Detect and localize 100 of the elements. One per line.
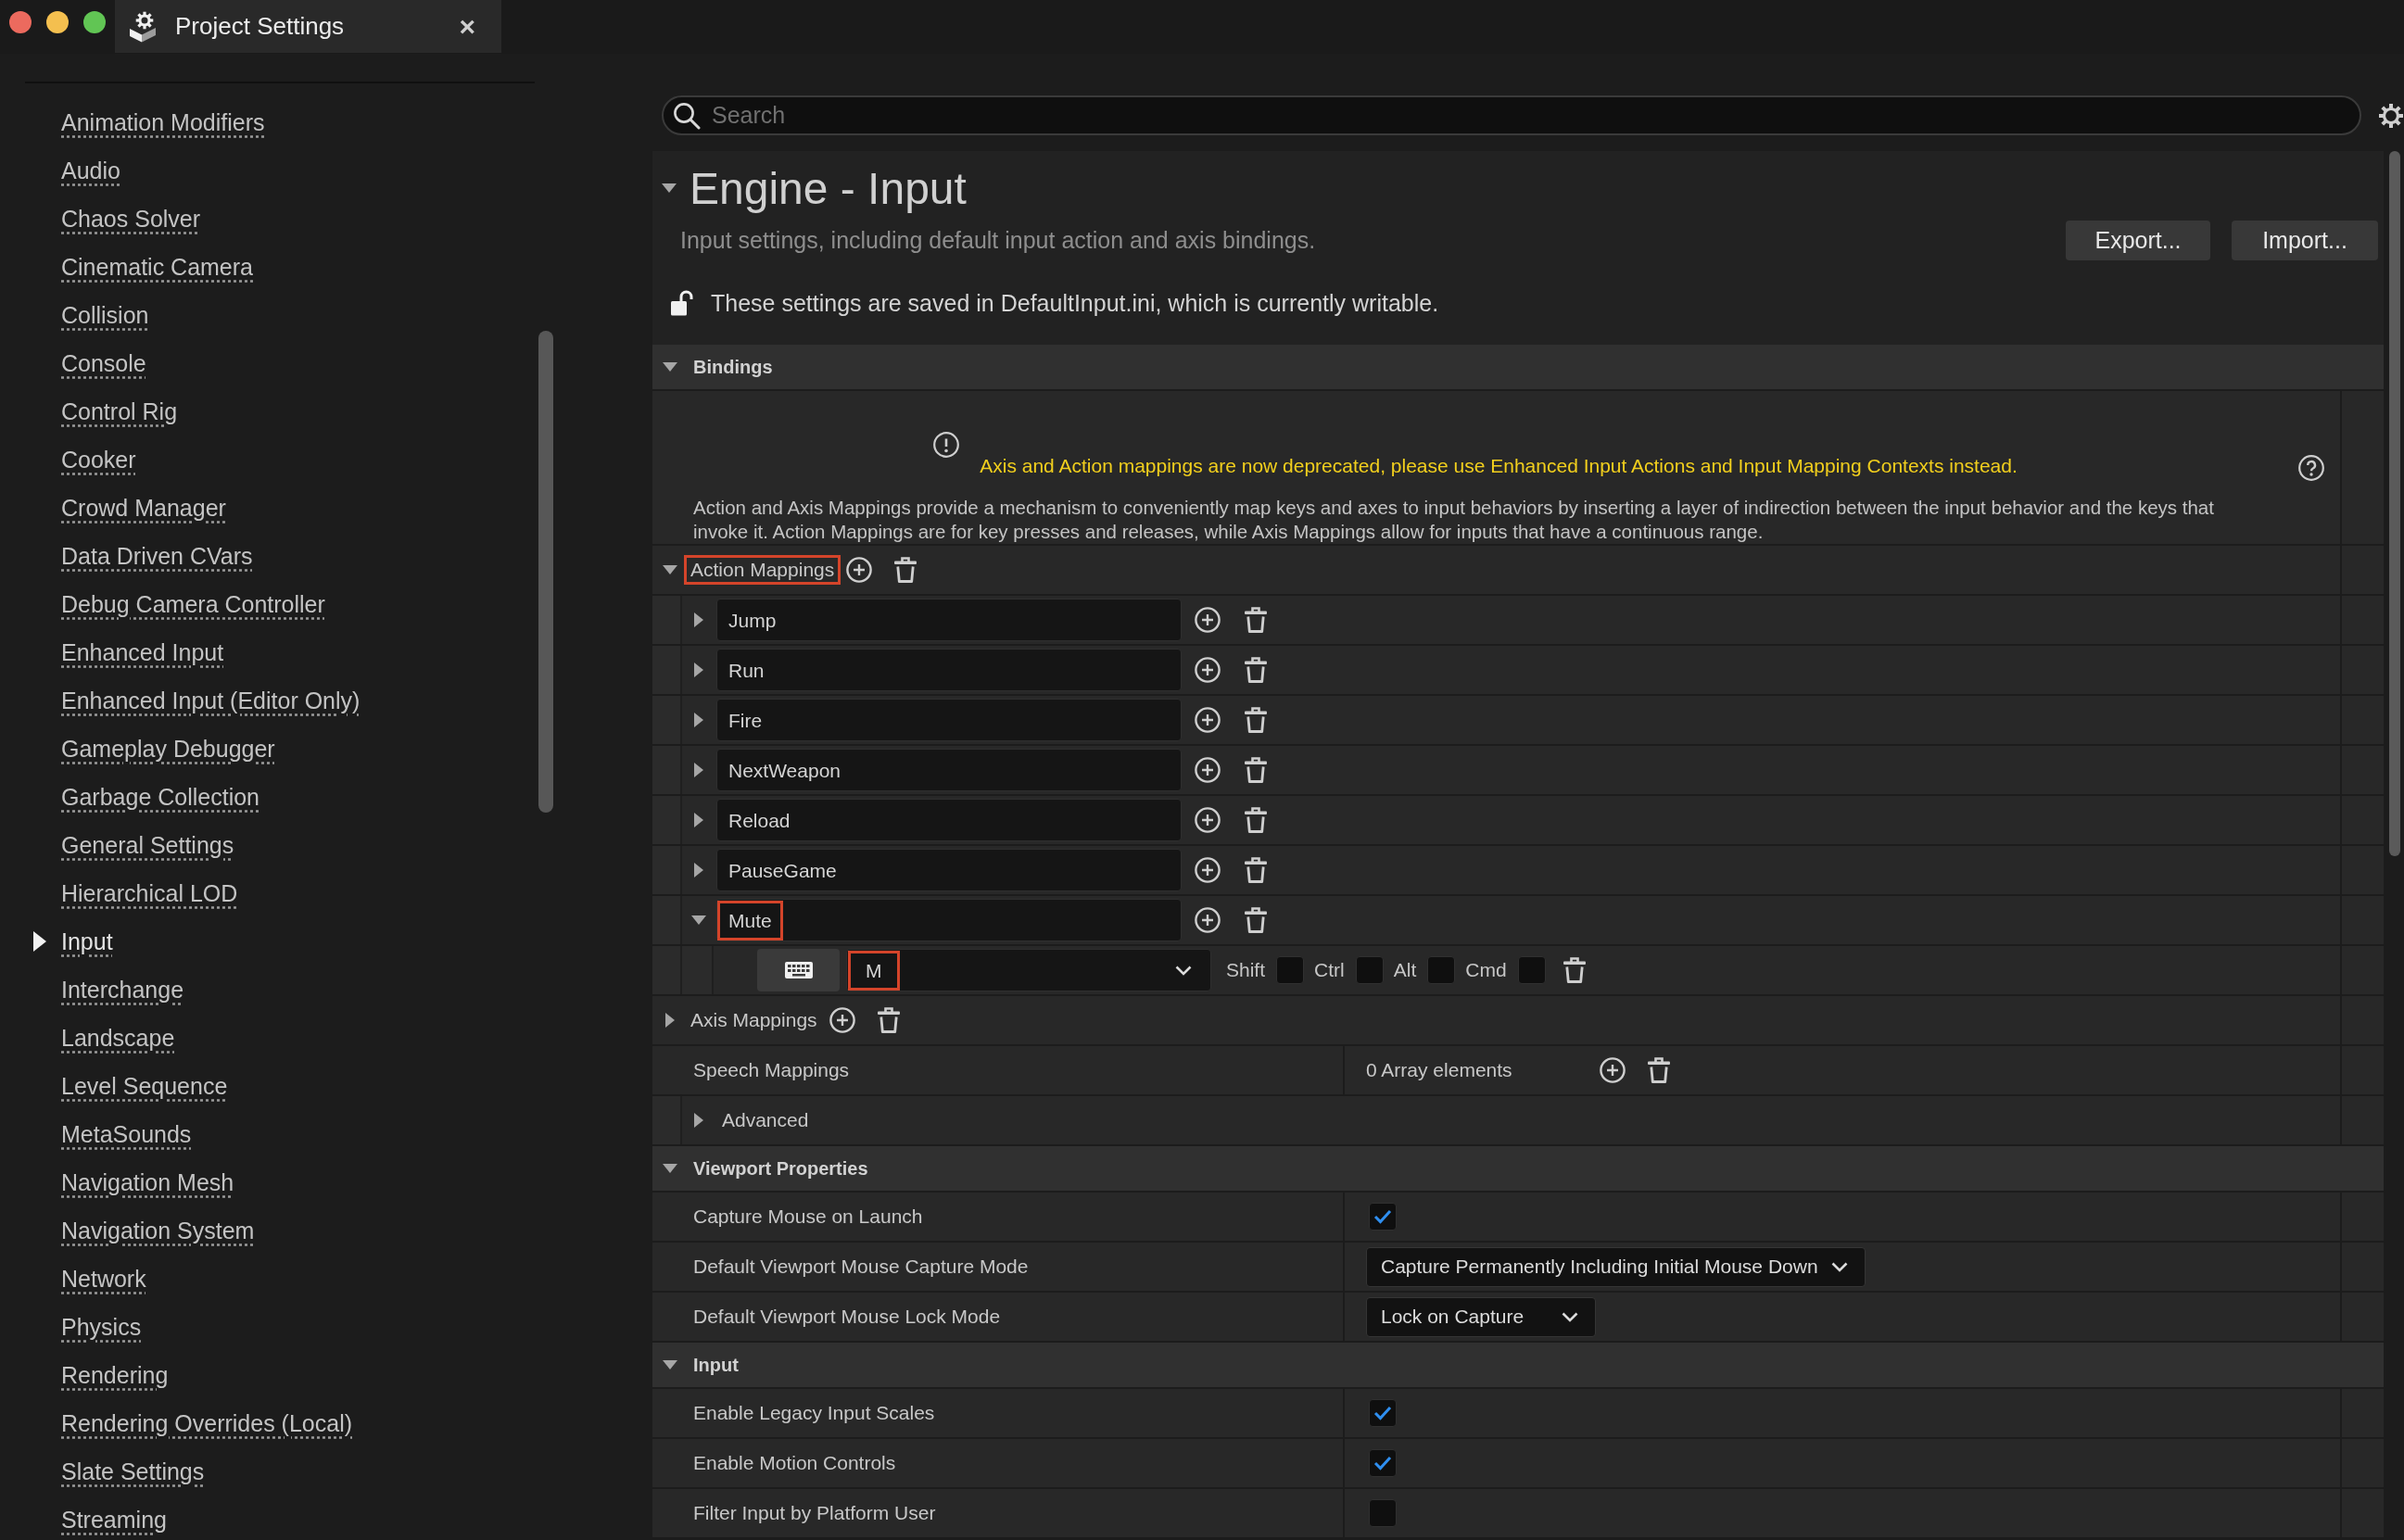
trash-icon[interactable] (1563, 957, 1586, 983)
sidebar-item[interactable]: Data Driven CVars (61, 542, 253, 570)
settings-icon[interactable] (2378, 102, 2404, 129)
caret-right-icon[interactable] (694, 813, 703, 827)
caret-right-icon[interactable] (694, 1113, 703, 1128)
plus-circle-icon[interactable] (1195, 907, 1221, 933)
plus-circle-icon[interactable] (1195, 707, 1221, 733)
key-type-button[interactable] (757, 949, 840, 991)
import-button[interactable]: Import... (2232, 221, 2378, 260)
sidebar-item[interactable]: Audio (61, 157, 120, 184)
action-name-field[interactable]: Mute (716, 899, 1182, 941)
value-dropdown[interactable]: Capture Permanently Including Initial Mouse Down (1366, 1246, 1866, 1287)
sidebar-item[interactable]: Cooker (61, 446, 136, 473)
sidebar-item[interactable]: Network (61, 1265, 146, 1293)
key-dropdown[interactable]: M (846, 949, 1211, 991)
sidebar-item[interactable]: Console (61, 349, 146, 377)
section-header[interactable]: Bindings (652, 345, 2384, 391)
trash-icon[interactable] (894, 557, 917, 583)
caret-down-icon[interactable] (691, 915, 706, 925)
sidebar-item[interactable]: Crowd Manager (61, 494, 226, 522)
maximize-window-icon[interactable] (83, 11, 106, 33)
action-name-field[interactable]: Reload (716, 799, 1182, 841)
sidebar-item[interactable]: Landscape (61, 1024, 175, 1052)
action-name-field[interactable]: NextWeapon (716, 749, 1182, 791)
sidebar-item[interactable]: Navigation System (61, 1217, 255, 1244)
trash-icon[interactable] (1648, 1057, 1670, 1083)
group-label[interactable]: Advanced (722, 1109, 809, 1131)
scrollbar-thumb[interactable] (538, 331, 553, 813)
trash-icon[interactable] (877, 1007, 900, 1033)
action-name-field[interactable]: Run (716, 649, 1182, 691)
sidebar-item[interactable]: Animation Modifiers (61, 108, 265, 136)
sidebar-item[interactable]: Level Sequence (61, 1072, 228, 1100)
sidebar-item[interactable]: Streaming (61, 1506, 167, 1534)
sidebar-item[interactable]: Collision (61, 301, 149, 329)
plus-circle-icon[interactable] (1195, 657, 1221, 683)
trash-icon[interactable] (1245, 907, 1267, 933)
caret-right-icon[interactable] (694, 863, 703, 877)
close-window-icon[interactable] (9, 11, 32, 33)
tab-close-button[interactable]: × (459, 12, 475, 41)
checkbox[interactable] (1369, 1449, 1397, 1477)
caret-right-icon[interactable] (694, 663, 703, 677)
plus-circle-icon[interactable] (1600, 1057, 1626, 1083)
caret-down-icon[interactable] (663, 1164, 677, 1173)
plus-circle-icon[interactable] (846, 557, 873, 583)
sidebar-item[interactable]: Gameplay Debugger (61, 735, 275, 763)
trash-icon[interactable] (1245, 707, 1267, 733)
plus-circle-icon[interactable] (1195, 857, 1221, 883)
trash-icon[interactable] (1245, 657, 1267, 683)
checkbox[interactable] (1369, 1203, 1397, 1231)
value-dropdown[interactable]: Lock on Capture (1366, 1296, 1596, 1337)
sidebar-item[interactable]: Rendering Overrides (Local) (61, 1409, 353, 1437)
caret-down-icon[interactable] (663, 1360, 677, 1370)
sidebar-item[interactable]: General Settings (61, 831, 234, 859)
plus-circle-icon[interactable] (1195, 607, 1221, 633)
sidebar-item[interactable]: Debug Camera Controller (61, 590, 325, 618)
help-icon[interactable] (2298, 455, 2324, 481)
caret-down-icon[interactable] (663, 565, 677, 574)
plus-circle-icon[interactable] (829, 1007, 855, 1033)
checkbox[interactable] (1355, 956, 1384, 984)
trash-icon[interactable] (1245, 807, 1267, 833)
sidebar-item[interactable]: Navigation Mesh (61, 1168, 234, 1196)
sidebar-item[interactable]: Physics (61, 1313, 142, 1341)
caret-right-icon[interactable] (665, 1013, 675, 1028)
checkbox[interactable] (1276, 956, 1305, 984)
action-name-field[interactable]: Fire (716, 699, 1182, 741)
sidebar-item[interactable]: Cinematic Camera (61, 253, 253, 281)
checkbox[interactable] (1369, 1499, 1397, 1527)
sidebar-item[interactable]: Enhanced Input (Editor Only) (61, 687, 361, 714)
sidebar-item[interactable]: Control Rig (61, 398, 178, 425)
sidebar-item[interactable]: Garbage Collection (61, 783, 259, 811)
minimize-window-icon[interactable] (46, 11, 69, 33)
export-button[interactable]: Export... (2066, 221, 2210, 260)
sidebar-item[interactable]: Hierarchical LOD (61, 879, 238, 907)
checkbox[interactable] (1427, 956, 1456, 984)
search-field[interactable]: Search (662, 95, 2361, 135)
caret-right-icon[interactable] (694, 763, 703, 777)
plus-circle-icon[interactable] (1195, 757, 1221, 783)
sidebar-item[interactable]: Enhanced Input (61, 638, 224, 666)
caret-down-icon[interactable] (663, 362, 677, 372)
trash-icon[interactable] (1245, 607, 1267, 633)
action-name-field[interactable]: PauseGame (716, 849, 1182, 891)
trash-icon[interactable] (1245, 857, 1267, 883)
action-name-field[interactable]: Jump (716, 599, 1182, 641)
section-header[interactable]: Input (652, 1343, 2384, 1389)
checkbox[interactable] (1369, 1399, 1397, 1427)
sidebar-item[interactable]: Chaos Solver (61, 205, 201, 233)
caret-right-icon[interactable] (694, 612, 703, 627)
sidebar-item[interactable]: Interchange (61, 976, 184, 1004)
trash-icon[interactable] (1245, 757, 1267, 783)
checkbox[interactable] (1517, 956, 1546, 984)
caret-right-icon[interactable] (694, 713, 703, 727)
section-header[interactable]: Viewport Properties (652, 1146, 2384, 1193)
sidebar-item[interactable]: Slate Settings (61, 1458, 205, 1485)
sidebar-item[interactable]: Input (61, 928, 113, 955)
caret-down-icon[interactable] (662, 183, 677, 193)
window-tab[interactable]: Project Settings × (115, 0, 501, 53)
scrollbar-thumb[interactable] (2389, 151, 2400, 856)
sidebar-item[interactable]: Rendering (61, 1361, 169, 1389)
plus-circle-icon[interactable] (1195, 807, 1221, 833)
sidebar-item[interactable]: MetaSounds (61, 1120, 192, 1148)
